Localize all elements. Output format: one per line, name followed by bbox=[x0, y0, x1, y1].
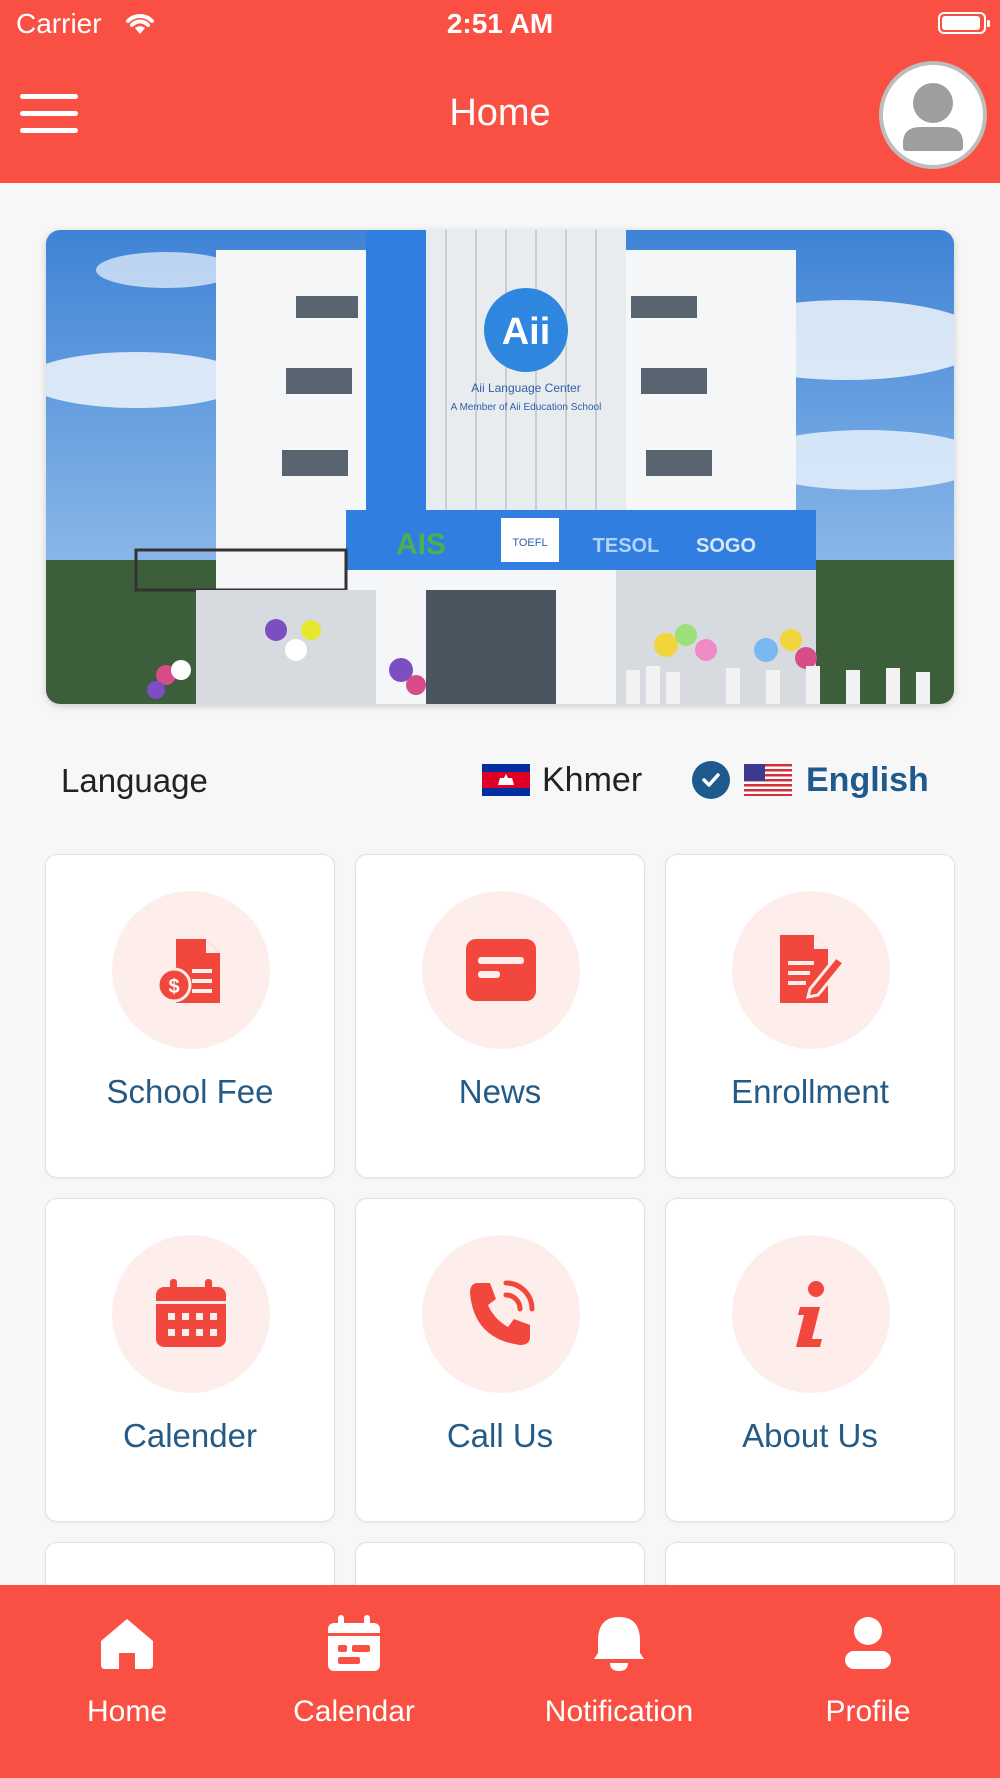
battery-icon bbox=[938, 12, 990, 34]
avatar[interactable] bbox=[879, 61, 987, 169]
language-english-label: English bbox=[806, 760, 929, 799]
us-flag-icon bbox=[744, 764, 792, 796]
user-icon bbox=[788, 1615, 948, 1677]
language-label: Language bbox=[61, 762, 208, 799]
language-option-english[interactable]: English bbox=[692, 754, 929, 806]
bottom-navigation: Home Calendar Notification Profile bbox=[0, 1585, 1000, 1778]
tile-news[interactable]: News bbox=[355, 854, 645, 1178]
nav-profile[interactable]: Profile bbox=[788, 1585, 948, 1778]
tile-icon-circle bbox=[732, 1235, 890, 1393]
tile-enrollment[interactable]: Enrollment bbox=[665, 854, 955, 1178]
tile-icon-circle bbox=[732, 891, 890, 1049]
language-selector: Language Khmer English bbox=[0, 740, 1000, 820]
tile-label: School Fee bbox=[106, 1073, 274, 1110]
invoice-dollar-icon: $ bbox=[156, 939, 220, 1003]
banner-mark-sogo: SOGO bbox=[696, 535, 756, 557]
language-khmer-label: Khmer bbox=[542, 760, 643, 799]
tile-calender[interactable]: Calender bbox=[45, 1198, 335, 1522]
sign-line1: Aii Language Center bbox=[471, 381, 580, 395]
tile-label: News bbox=[458, 1073, 542, 1110]
nav-calendar-label: Calendar bbox=[293, 1695, 415, 1728]
status-time: 2:51 AM bbox=[446, 8, 554, 39]
hero-banner-image: Aii Aii Language Center A Member of Aii … bbox=[46, 230, 954, 704]
calendar-icon bbox=[156, 1279, 226, 1347]
sign-logo: Aii bbox=[502, 311, 551, 353]
tile-label: Enrollment bbox=[731, 1073, 889, 1110]
tile-icon-circle bbox=[112, 1235, 270, 1393]
page-title: Home bbox=[449, 92, 551, 134]
check-icon bbox=[692, 761, 730, 799]
cambodia-flag-icon bbox=[482, 764, 530, 796]
bell-icon bbox=[529, 1615, 709, 1677]
nav-profile-label: Profile bbox=[825, 1695, 911, 1728]
user-placeholder-icon bbox=[903, 83, 963, 151]
nav-calendar[interactable]: Calendar bbox=[274, 1585, 434, 1778]
news-window-icon bbox=[466, 939, 536, 1001]
info-icon bbox=[796, 1281, 824, 1347]
nav-home-label: Home bbox=[86, 1695, 168, 1728]
language-option-khmer[interactable]: Khmer bbox=[482, 754, 642, 806]
nav-notification[interactable]: Notification bbox=[529, 1585, 709, 1778]
nav-home[interactable]: Home bbox=[47, 1585, 207, 1778]
tile-school-fee[interactable]: $ School Fee bbox=[45, 854, 335, 1178]
tile-label: About Us bbox=[742, 1417, 878, 1454]
svg-text:$: $ bbox=[168, 976, 179, 998]
app-bar: Home bbox=[0, 50, 1000, 183]
phone-call-icon bbox=[470, 1280, 535, 1345]
nav-notification-label: Notification bbox=[544, 1695, 694, 1728]
tile-label: Calender bbox=[123, 1417, 257, 1454]
status-bar: Carrier 2:51 AM bbox=[0, 0, 1000, 50]
tile-icon-circle bbox=[422, 1235, 580, 1393]
document-pen-icon bbox=[780, 935, 847, 1003]
tile-call-us[interactable]: Call Us bbox=[355, 1198, 645, 1522]
home-icon bbox=[47, 1615, 207, 1677]
banner-mark-toefl: TOEFL bbox=[512, 537, 547, 549]
tile-icon-circle: $ bbox=[112, 891, 270, 1049]
banner-mark-tesol: TESOL bbox=[593, 535, 660, 557]
tile-icon-circle bbox=[422, 891, 580, 1049]
tile-label: Call Us bbox=[446, 1417, 554, 1454]
tile-about-us[interactable]: About Us bbox=[665, 1198, 955, 1522]
calendar-icon bbox=[274, 1615, 434, 1677]
banner-mark-ais: AIS bbox=[396, 528, 446, 561]
sign-line2: A Member of Aii Education School bbox=[451, 402, 602, 413]
